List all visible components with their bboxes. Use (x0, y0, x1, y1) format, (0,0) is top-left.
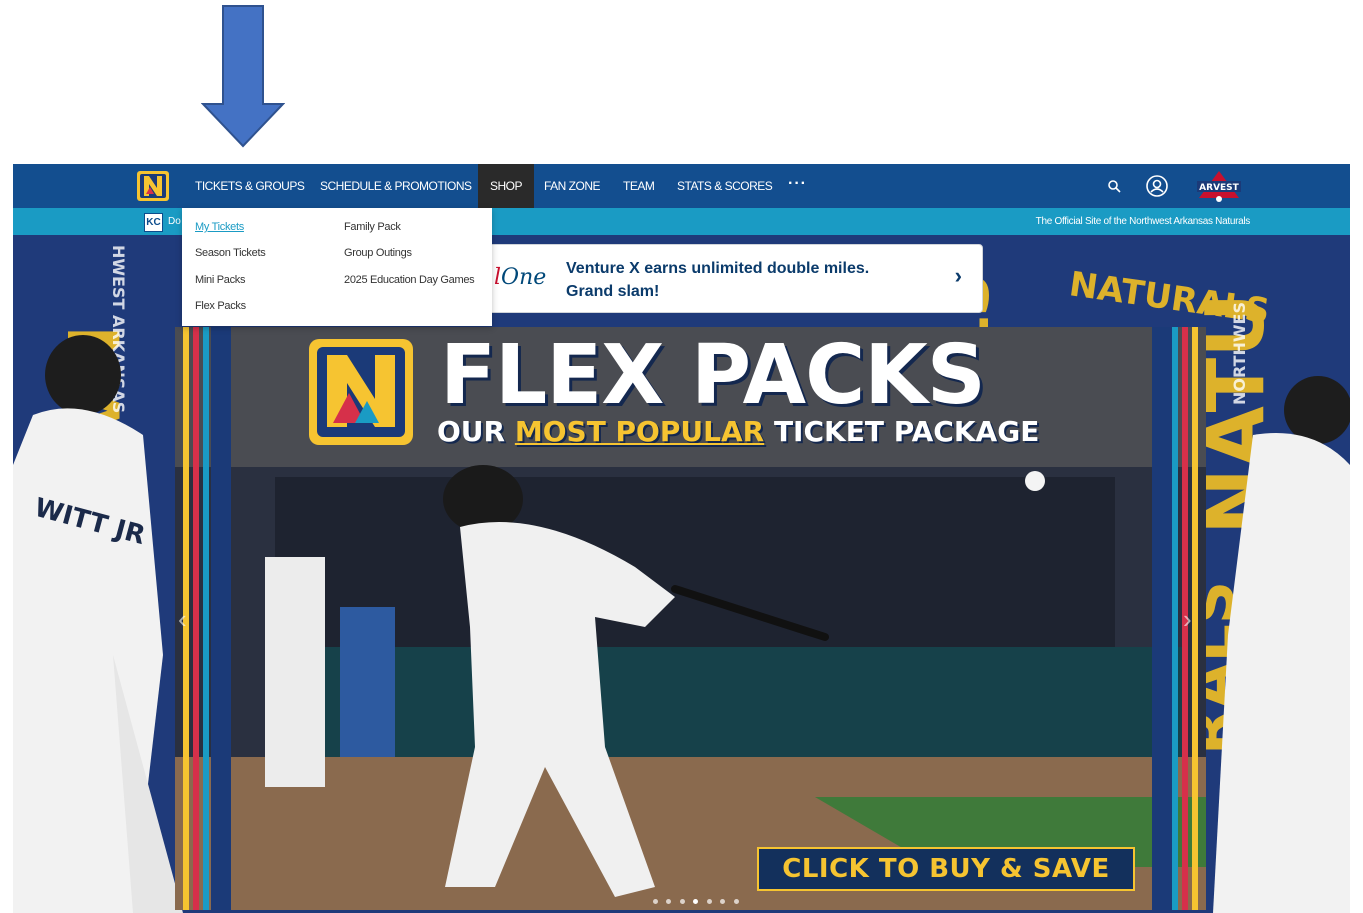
dropdown-item-family-pack[interactable]: Family Pack (344, 221, 401, 233)
nav-tickets-groups[interactable]: TICKETS & GROUPS (195, 164, 305, 208)
official-site-text: The Official Site of the Northwest Arkan… (1035, 216, 1251, 227)
dropdown-item-season-tickets[interactable]: Season Tickets (195, 247, 266, 259)
naturals-logo[interactable] (136, 170, 170, 202)
dropdown-item-education-day-games[interactable]: 2025 Education Day Games (344, 274, 475, 286)
tickets-groups-dropdown: My Tickets Season Tickets Mini Packs Fle… (182, 208, 492, 326)
search-icon[interactable] (1103, 174, 1127, 198)
sponsor-label: ARVEST (1199, 183, 1239, 193)
user-circle-icon[interactable] (1145, 174, 1169, 198)
nav-shop[interactable]: SHOP (478, 164, 535, 208)
svg-text:NORTHWES: NORTHWES (1230, 302, 1249, 405)
naturals-n-logo (309, 339, 413, 445)
hero-flex-packs-banner[interactable]: FLEX PACKS OUR MOST POPULAR TICKET PACKA… (175, 327, 1206, 910)
nav-fan-zone[interactable]: FAN ZONE (544, 164, 601, 208)
carousel-dots (651, 891, 741, 904)
arvest-sponsor-logo[interactable]: ARVEST (1193, 168, 1245, 204)
kc-royals-logo[interactable]: KC (144, 213, 163, 232)
ad-text: Venture X earns unlimited double miles. … (566, 260, 870, 300)
dropdown-item-group-outings[interactable]: Group Outings (344, 247, 412, 259)
nav-team[interactable]: TEAM (623, 164, 655, 208)
annotation-arrow (201, 5, 285, 148)
capital-one-ad-banner[interactable]: lOne Venture X earns unlimited double mi… (483, 244, 983, 313)
carousel-dot[interactable] (733, 899, 739, 904)
carousel-prev-icon[interactable]: ‹ (178, 604, 187, 635)
hero-subtitle: OUR MOST POPULAR TICKET PACKAGE (437, 415, 1040, 448)
nav-schedule-promotions[interactable]: SCHEDULE & PROMOTIONS (320, 164, 472, 208)
nav-more-menu[interactable]: ··· (788, 164, 807, 208)
carousel-next-icon[interactable]: › (1183, 604, 1192, 635)
subbar-left-text: Do (168, 216, 181, 227)
carousel-dot[interactable] (679, 899, 685, 904)
chevron-right-icon[interactable]: › (955, 263, 962, 289)
capital-one-logo: lOne (494, 265, 547, 290)
dropdown-item-my-tickets[interactable]: My Tickets (195, 221, 244, 233)
carousel-dot[interactable] (653, 899, 658, 904)
dropdown-item-mini-packs[interactable]: Mini Packs (195, 274, 245, 286)
buy-and-save-button[interactable]: CLICK TO BUY & SAVE (757, 847, 1135, 891)
hero-title: FLEX PACKS (440, 328, 986, 423)
main-navbar: TICKETS & GROUPS SCHEDULE & PROMOTIONS S… (13, 164, 1350, 208)
nav-stats-scores[interactable]: STATS & SCORES (677, 164, 773, 208)
dropdown-item-flex-packs[interactable]: Flex Packs (195, 300, 246, 312)
carousel-dot[interactable] (706, 899, 712, 904)
